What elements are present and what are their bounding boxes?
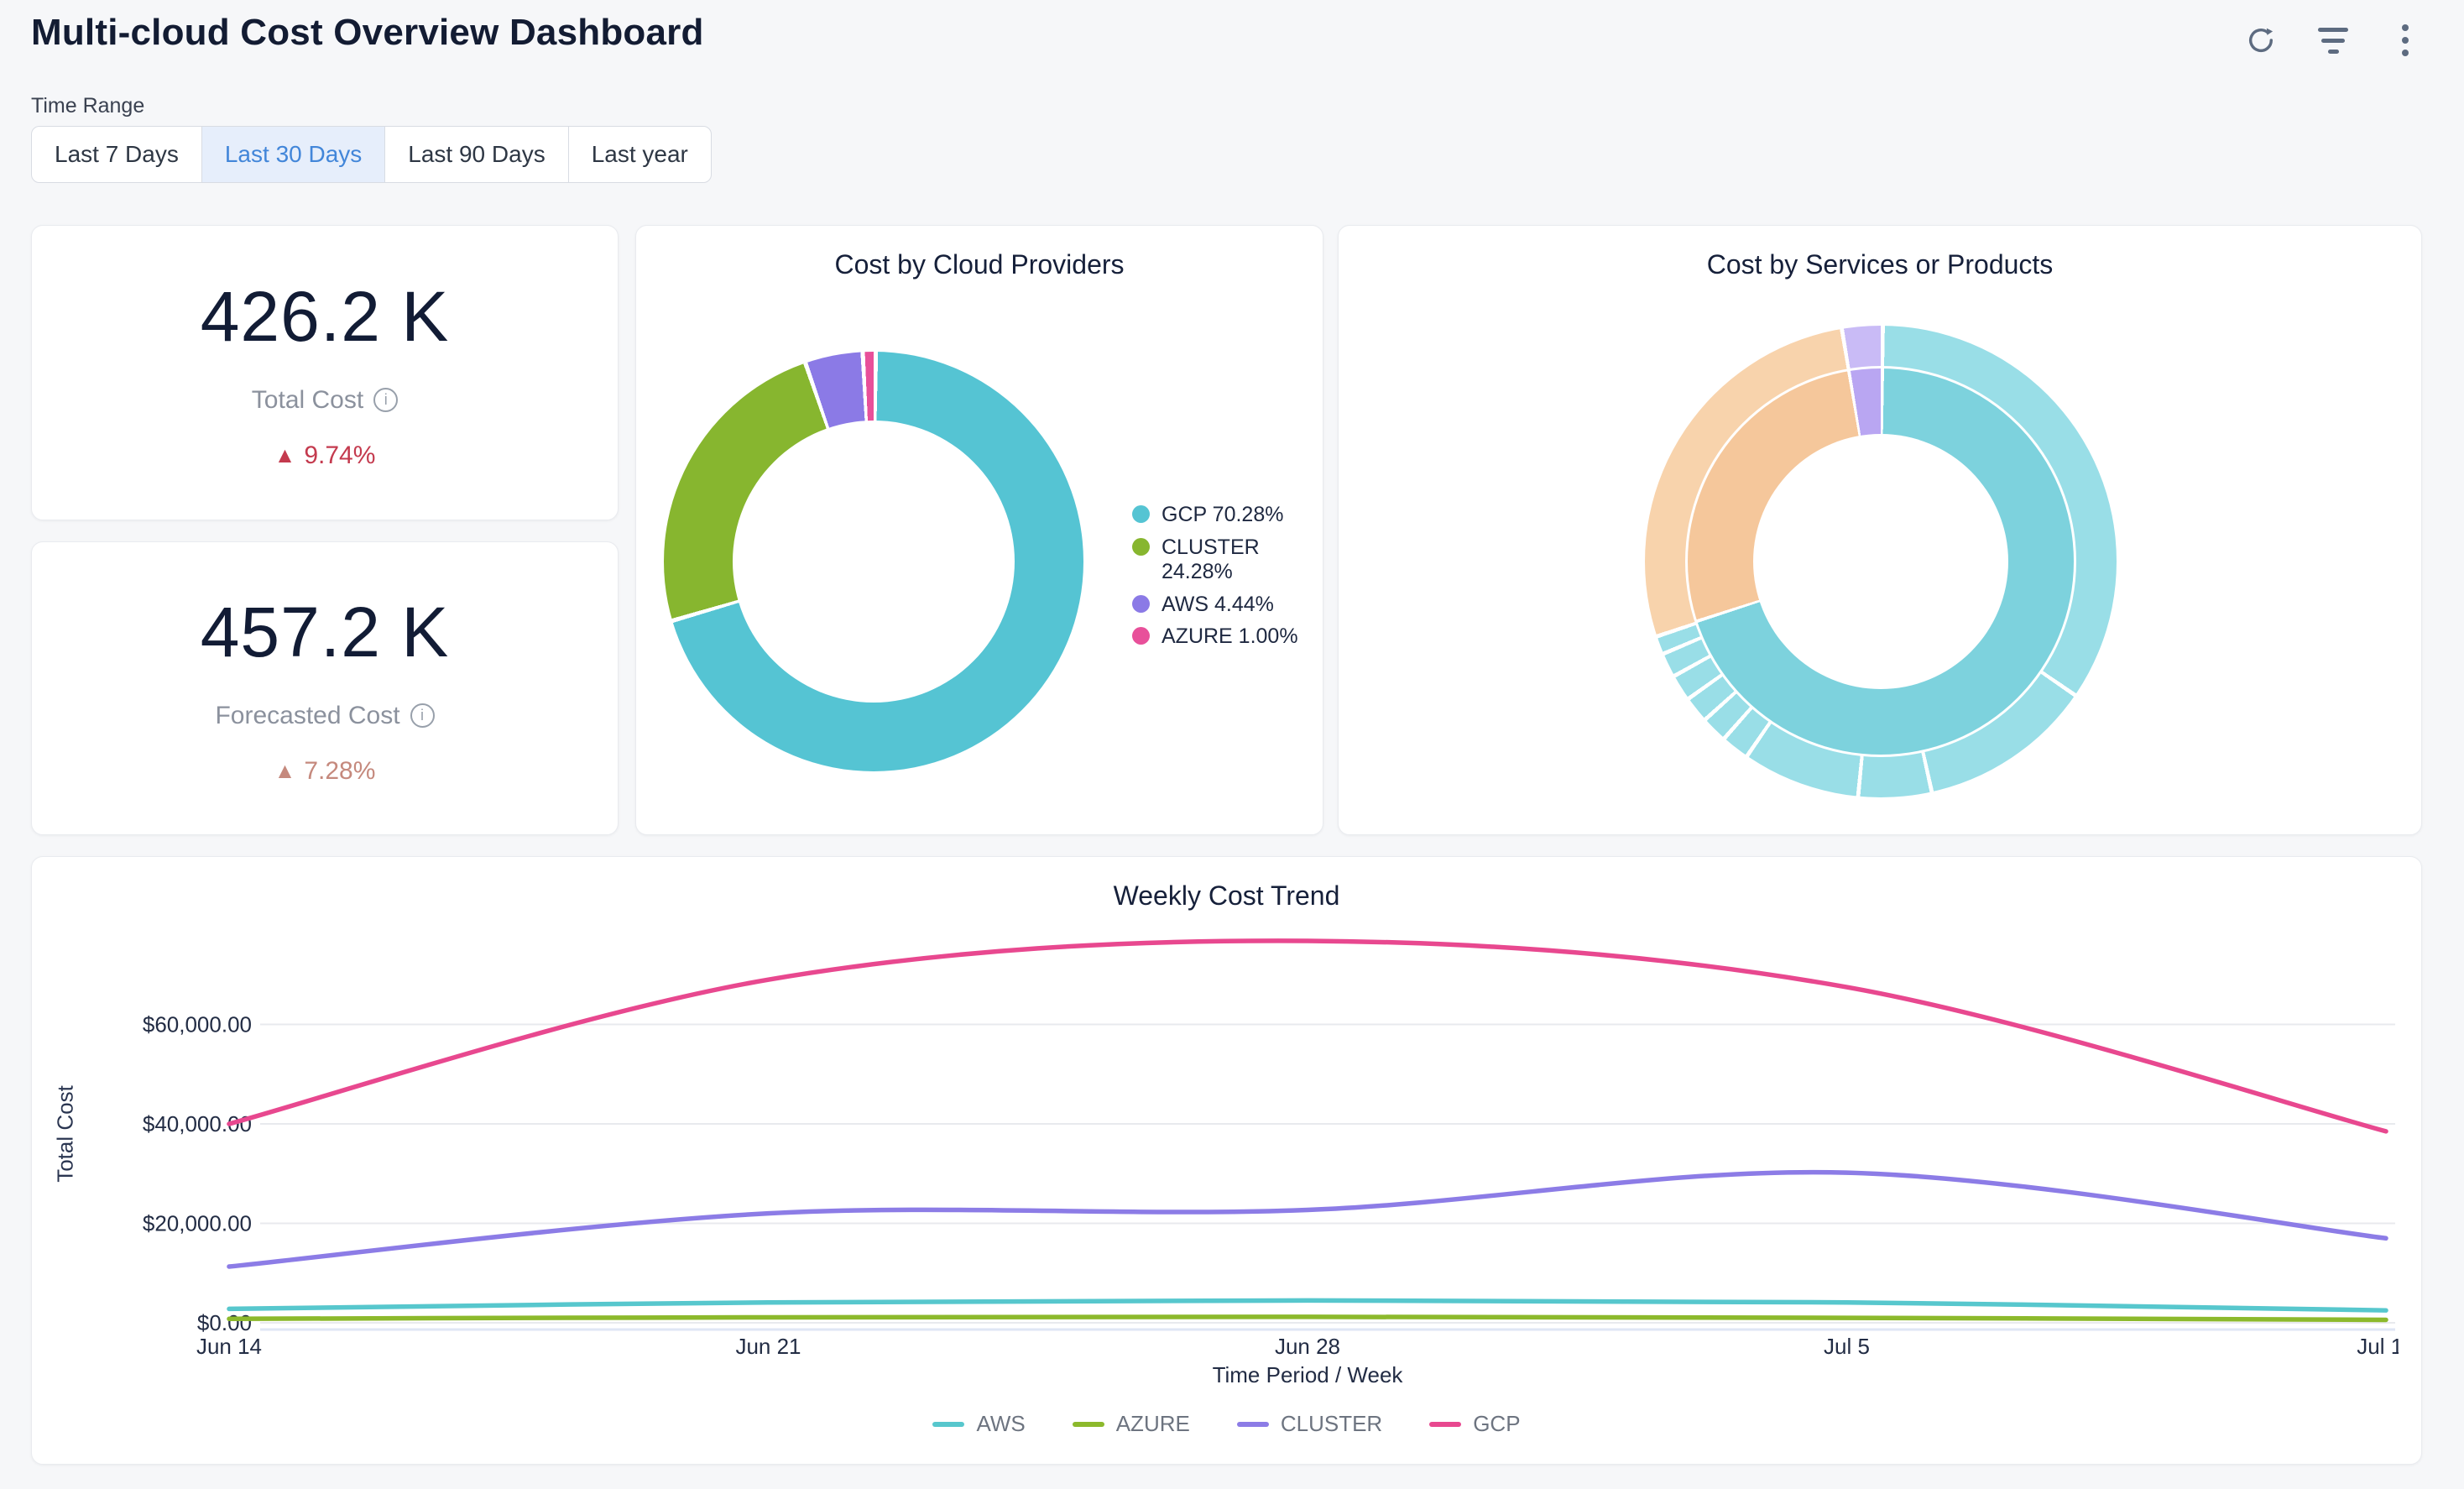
time-range-group: Last 7 DaysLast 30 DaysLast 90 DaysLast … <box>31 126 712 183</box>
total-cost-label: Total Cost <box>252 386 363 415</box>
series-aws <box>229 1300 2386 1310</box>
trend-legend-item-cluster[interactable]: CLUSTER <box>1237 1411 1382 1437</box>
x-axis-title: Time Period / Week <box>1213 1362 1404 1387</box>
cost-by-services-card: Cost by Services or Products <box>1338 225 2422 835</box>
time-range-option-last-7-days[interactable]: Last 7 Days <box>32 127 201 182</box>
legend-label: AWS <box>976 1411 1025 1437</box>
kebab-menu-icon[interactable] <box>2388 24 2422 57</box>
forecasted-cost-delta: ▲ 7.28% <box>274 757 376 786</box>
legend-swatch <box>1073 1422 1104 1427</box>
trend-legend-item-azure[interactable]: AZURE <box>1073 1411 1190 1437</box>
trend-legend-item-gcp[interactable]: GCP <box>1429 1411 1520 1437</box>
cost-by-providers-card: Cost by Cloud Providers GCP 70.28% CLUSTE… <box>635 225 1323 835</box>
x-axis-ticks: Jun 14 Jun 21 Jun 28 Jul 5 Jul 12 <box>196 1334 2399 1359</box>
legend-dot <box>1132 505 1150 523</box>
total-cost-value: 426.2 K <box>201 276 450 358</box>
legend-item-aws[interactable]: AWS 4.44% <box>1132 593 1317 618</box>
time-range-option-last-year[interactable]: Last year <box>568 127 711 182</box>
series-cluster <box>229 1173 2386 1267</box>
legend-label: CLUSTER <box>1281 1411 1382 1437</box>
svg-text:Jun 21: Jun 21 <box>735 1334 801 1359</box>
delta-up-icon: ▲ <box>274 758 296 784</box>
series-azure <box>229 1317 2386 1320</box>
providers-legend: GCP 70.28% CLUSTER 24.28% AWS 4.44% AZURE 1… <box>1132 503 1317 650</box>
refresh-icon[interactable] <box>2244 24 2278 57</box>
trend-line-chart[interactable]: $0.00$20,000.00$40,000.00$60,000.00Jun 1… <box>49 916 2399 1403</box>
forecasted-cost-card: 457.2 K Forecasted Cost i ▲ 7.28% <box>31 541 619 835</box>
page-title: Multi-cloud Cost Overview Dashboard <box>31 12 704 54</box>
time-range-option-last-30-days[interactable]: Last 30 Days <box>201 127 384 182</box>
svg-text:$20,000.00: $20,000.00 <box>143 1211 252 1236</box>
legend-label: CLUSTER 24.28% <box>1162 536 1317 585</box>
info-icon[interactable]: i <box>373 388 398 412</box>
svg-text:Jul 5: Jul 5 <box>1824 1334 1870 1359</box>
services-sunburst-inner-ring[interactable] <box>1688 368 2074 755</box>
legend-item-gcp[interactable]: GCP 70.28% <box>1132 503 1317 528</box>
svg-text:$60,000.00: $60,000.00 <box>143 1012 252 1037</box>
info-icon[interactable]: i <box>410 703 435 728</box>
ring-separator <box>1685 366 2076 757</box>
svg-text:Jun 28: Jun 28 <box>1275 1334 1340 1359</box>
donut-hole <box>733 421 1015 703</box>
legend-label: AZURE <box>1116 1411 1190 1437</box>
legend-item-azure[interactable]: AZURE 1.00% <box>1132 624 1317 650</box>
legend-swatch <box>932 1422 964 1427</box>
services-sunburst-outer-ring[interactable] <box>1645 326 2117 797</box>
forecasted-cost-value: 457.2 K <box>201 592 450 673</box>
legend-item-cluster[interactable]: CLUSTER 24.28% <box>1132 536 1317 585</box>
trend-legend-item-aws[interactable]: AWS <box>932 1411 1025 1437</box>
delta-up-icon: ▲ <box>274 442 296 468</box>
legend-dot <box>1132 538 1150 556</box>
weekly-cost-trend-card: Weekly Cost Trend Total Cost $0.00$20,00… <box>31 856 2422 1465</box>
trend-chart-title: Weekly Cost Trend <box>32 880 2421 912</box>
svg-text:$0.00: $0.00 <box>197 1310 252 1335</box>
y-axis-ticks: $0.00$20,000.00$40,000.00$60,000.00 <box>143 1012 252 1336</box>
time-range-option-last-90-days[interactable]: Last 90 Days <box>384 127 567 182</box>
providers-donut[interactable] <box>664 352 1083 771</box>
legend-dot <box>1132 595 1150 613</box>
svg-text:Jul 12: Jul 12 <box>2357 1334 2399 1359</box>
legend-label: AZURE 1.00% <box>1162 624 1298 650</box>
header-toolbar <box>2244 24 2422 57</box>
legend-dot <box>1132 627 1150 645</box>
total-cost-delta: ▲ 9.74% <box>274 441 376 470</box>
services-chart-title: Cost by Services or Products <box>1339 249 2421 280</box>
series-lines <box>229 941 2386 1320</box>
legend-label: GCP 70.28% <box>1162 503 1283 528</box>
legend-swatch <box>1237 1422 1269 1427</box>
gridlines <box>260 1025 2395 1330</box>
trend-legend: AWS AZURE CLUSTER GCP <box>32 1411 2421 1437</box>
sunburst-hole <box>1753 434 2008 689</box>
legend-label: AWS 4.44% <box>1162 593 1274 618</box>
series-gcp <box>229 941 2386 1131</box>
svg-text:Jun 14: Jun 14 <box>196 1334 262 1359</box>
total-cost-card: 426.2 K Total Cost i ▲ 9.74% <box>31 225 619 520</box>
providers-chart-title: Cost by Cloud Providers <box>636 249 1323 280</box>
forecasted-cost-label: Forecasted Cost <box>215 702 399 730</box>
legend-swatch <box>1429 1422 1461 1427</box>
filter-icon[interactable] <box>2316 24 2350 57</box>
time-range-label: Time Range <box>31 94 144 118</box>
legend-label: GCP <box>1473 1411 1520 1437</box>
